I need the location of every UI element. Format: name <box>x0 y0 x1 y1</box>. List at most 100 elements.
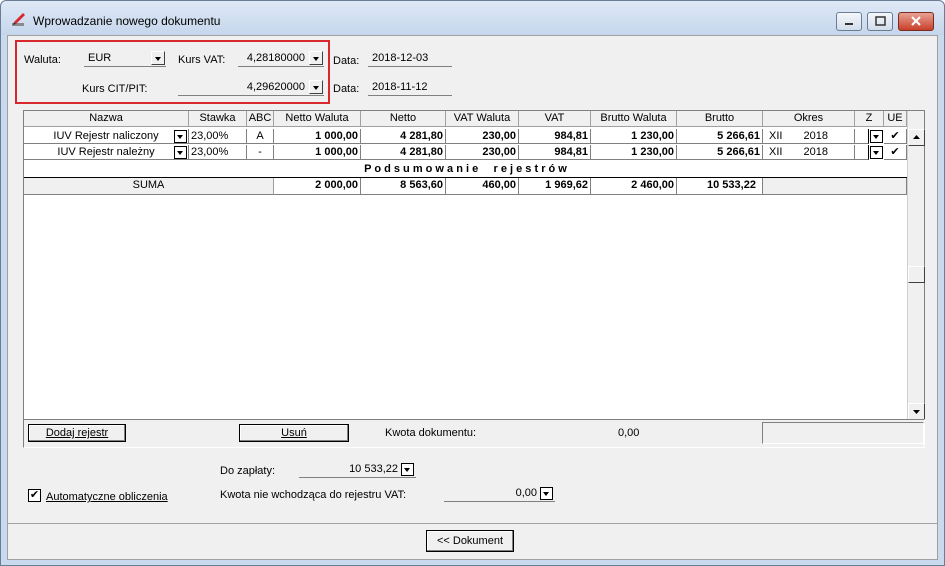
data-value-1: 2018-12-03 <box>372 52 429 64</box>
header-abc[interactable]: ABC <box>247 111 274 127</box>
summary-title: P o d s u m o w a n i e r e j e s t r ó … <box>364 163 567 175</box>
cell-brutto-waluta[interactable]: 1 230,00 <box>591 145 677 160</box>
minimize-icon <box>845 23 853 25</box>
cell-netto-waluta[interactable]: 1 000,00 <box>274 129 361 144</box>
dodaj-rejestr-button[interactable]: Dodaj rejestr <box>28 424 126 442</box>
cell-netto[interactable]: 4 281,80 <box>361 145 446 160</box>
suma-brutto: 10 533,22 <box>677 178 763 195</box>
kurs-cit-value: 4,29620000 <box>246 81 305 93</box>
data-field-2[interactable]: 2018-11-12 <box>368 79 452 96</box>
kurs-cit-field[interactable]: 4,29620000 <box>178 79 324 96</box>
cell-netto[interactable]: 4 281,80 <box>361 129 446 144</box>
close-icon <box>911 16 921 26</box>
header-ue[interactable]: UE <box>884 111 907 127</box>
data-value-2: 2018-11-12 <box>372 81 428 93</box>
header-brutto-waluta[interactable]: Brutto Waluta <box>591 111 677 127</box>
chevron-down-icon[interactable] <box>174 130 187 143</box>
chevron-down-icon[interactable] <box>870 146 883 159</box>
register-table: Nazwa Stawka ABC Netto Waluta Netto VAT … <box>23 110 925 447</box>
auto-calc-label[interactable]: Automatyczne obliczenia <box>46 491 168 503</box>
kurs-vat-value: 4,28180000 <box>246 52 305 64</box>
suma-brutto-waluta: 2 460,00 <box>591 178 677 195</box>
cell-vat-waluta[interactable]: 230,00 <box>446 129 519 144</box>
chevron-down-icon[interactable] <box>309 51 323 65</box>
window-title: Wprowadzanie nowego dokumentu <box>33 14 221 28</box>
header-z[interactable]: Z <box>855 111 884 127</box>
kwota-dokumentu-value: 0,00 <box>618 427 640 439</box>
cell-brutto[interactable]: 5 266,61 <box>677 145 763 160</box>
chevron-down-icon[interactable] <box>540 487 553 500</box>
maximize-icon <box>875 16 886 26</box>
cell-ue-check[interactable]: ✔ <box>884 145 907 160</box>
auto-calc-checkbox[interactable]: ✔ <box>28 489 41 502</box>
cell-brutto[interactable]: 5 266,61 <box>677 129 763 144</box>
data-field-1[interactable]: 2018-12-03 <box>368 50 452 67</box>
cell-nazwa-text: IUV Rejestr należny <box>57 146 155 158</box>
cell-nazwa[interactable]: IUV Rejestr należny <box>24 145 189 160</box>
header-brutto[interactable]: Brutto <box>677 111 763 127</box>
cell-vat-waluta[interactable]: 230,00 <box>446 145 519 160</box>
pen-icon <box>12 13 25 26</box>
minimize-button[interactable] <box>836 12 862 31</box>
scroll-thumb[interactable] <box>908 266 925 283</box>
cell-brutto-waluta[interactable]: 1 230,00 <box>591 129 677 144</box>
okres-year: 2018 <box>803 146 828 158</box>
chevron-down-icon[interactable] <box>870 130 883 143</box>
main-window: Wprowadzanie nowego dokumentu Waluta: EU… <box>0 0 945 566</box>
do-zaplaty-value: 10 533,22 <box>349 463 398 475</box>
footer-divider <box>8 523 937 524</box>
cell-vat[interactable]: 984,81 <box>519 129 591 144</box>
do-zaplaty-field[interactable]: 10 533,22 <box>299 461 416 478</box>
maximize-button[interactable] <box>867 12 893 31</box>
chevron-down-icon[interactable] <box>174 146 187 159</box>
cell-okres[interactable]: XII 2018 <box>763 129 855 144</box>
suma-vat: 1 969,62 <box>519 178 591 195</box>
cell-okres[interactable]: XII 2018 <box>763 145 855 160</box>
kwota-nie-field[interactable]: 0,00 <box>444 485 555 502</box>
header-vat[interactable]: VAT <box>519 111 591 127</box>
kwota-dokumentu-label: Kwota dokumentu: <box>385 427 477 439</box>
okres-month: XII <box>769 130 783 142</box>
cell-stawka[interactable]: 23,00% <box>189 145 247 160</box>
waluta-select[interactable]: EUR <box>84 50 166 67</box>
cell-abc[interactable]: A <box>247 129 274 144</box>
kurs-vat-field[interactable]: 4,28180000 <box>238 50 324 67</box>
header-netto-waluta[interactable]: Netto Waluta <box>274 111 361 127</box>
dialog-client-area: Waluta: EUR Kurs VAT: 4,28180000 Data: 2… <box>7 35 938 560</box>
cell-z-spacer <box>855 145 869 160</box>
cell-nazwa-text: IUV Rejestr naliczony <box>53 130 159 142</box>
usun-button[interactable]: Usuń <box>239 424 349 442</box>
kwota-nie-label: Kwota nie wchodząca do rejestru VAT: <box>220 489 407 501</box>
status-panel <box>762 422 924 444</box>
scroll-down-button[interactable] <box>908 403 925 420</box>
chevron-down-icon[interactable] <box>151 51 165 65</box>
suma-empty <box>763 178 907 195</box>
dokument-button[interactable]: << Dokument <box>426 530 514 552</box>
cell-nazwa[interactable]: IUV Rejestr naliczony <box>24 129 189 144</box>
suma-netto-waluta: 2 000,00 <box>274 178 361 195</box>
cell-stawka[interactable]: 23,00% <box>189 129 247 144</box>
data-label-1: Data: <box>333 55 360 67</box>
suma-netto: 8 563,60 <box>361 178 446 195</box>
close-button[interactable] <box>898 12 934 31</box>
arrow-up-icon <box>913 135 920 139</box>
chevron-down-icon[interactable] <box>401 463 414 476</box>
cell-vat[interactable]: 984,81 <box>519 145 591 160</box>
header-stawka[interactable]: Stawka <box>189 111 247 127</box>
suma-label: SUMA <box>24 178 274 195</box>
header-okres[interactable]: Okres <box>763 111 855 127</box>
header-netto[interactable]: Netto <box>361 111 446 127</box>
cell-abc[interactable]: - <box>247 145 274 160</box>
header-vat-waluta[interactable]: VAT Waluta <box>446 111 519 127</box>
waluta-label: Waluta: <box>24 54 61 66</box>
waluta-value: EUR <box>88 52 112 64</box>
cell-netto-waluta[interactable]: 1 000,00 <box>274 145 361 160</box>
chevron-down-icon[interactable] <box>309 80 323 94</box>
scroll-up-button[interactable] <box>908 129 925 146</box>
title-bar: Wprowadzanie nowego dokumentu <box>1 1 944 35</box>
vertical-scrollbar[interactable] <box>907 111 925 446</box>
do-zaplaty-label: Do zapłaty: <box>220 465 276 477</box>
header-nazwa[interactable]: Nazwa <box>24 111 189 127</box>
cell-ue-check[interactable]: ✔ <box>884 129 907 144</box>
data-label-2: Data: <box>333 83 360 95</box>
